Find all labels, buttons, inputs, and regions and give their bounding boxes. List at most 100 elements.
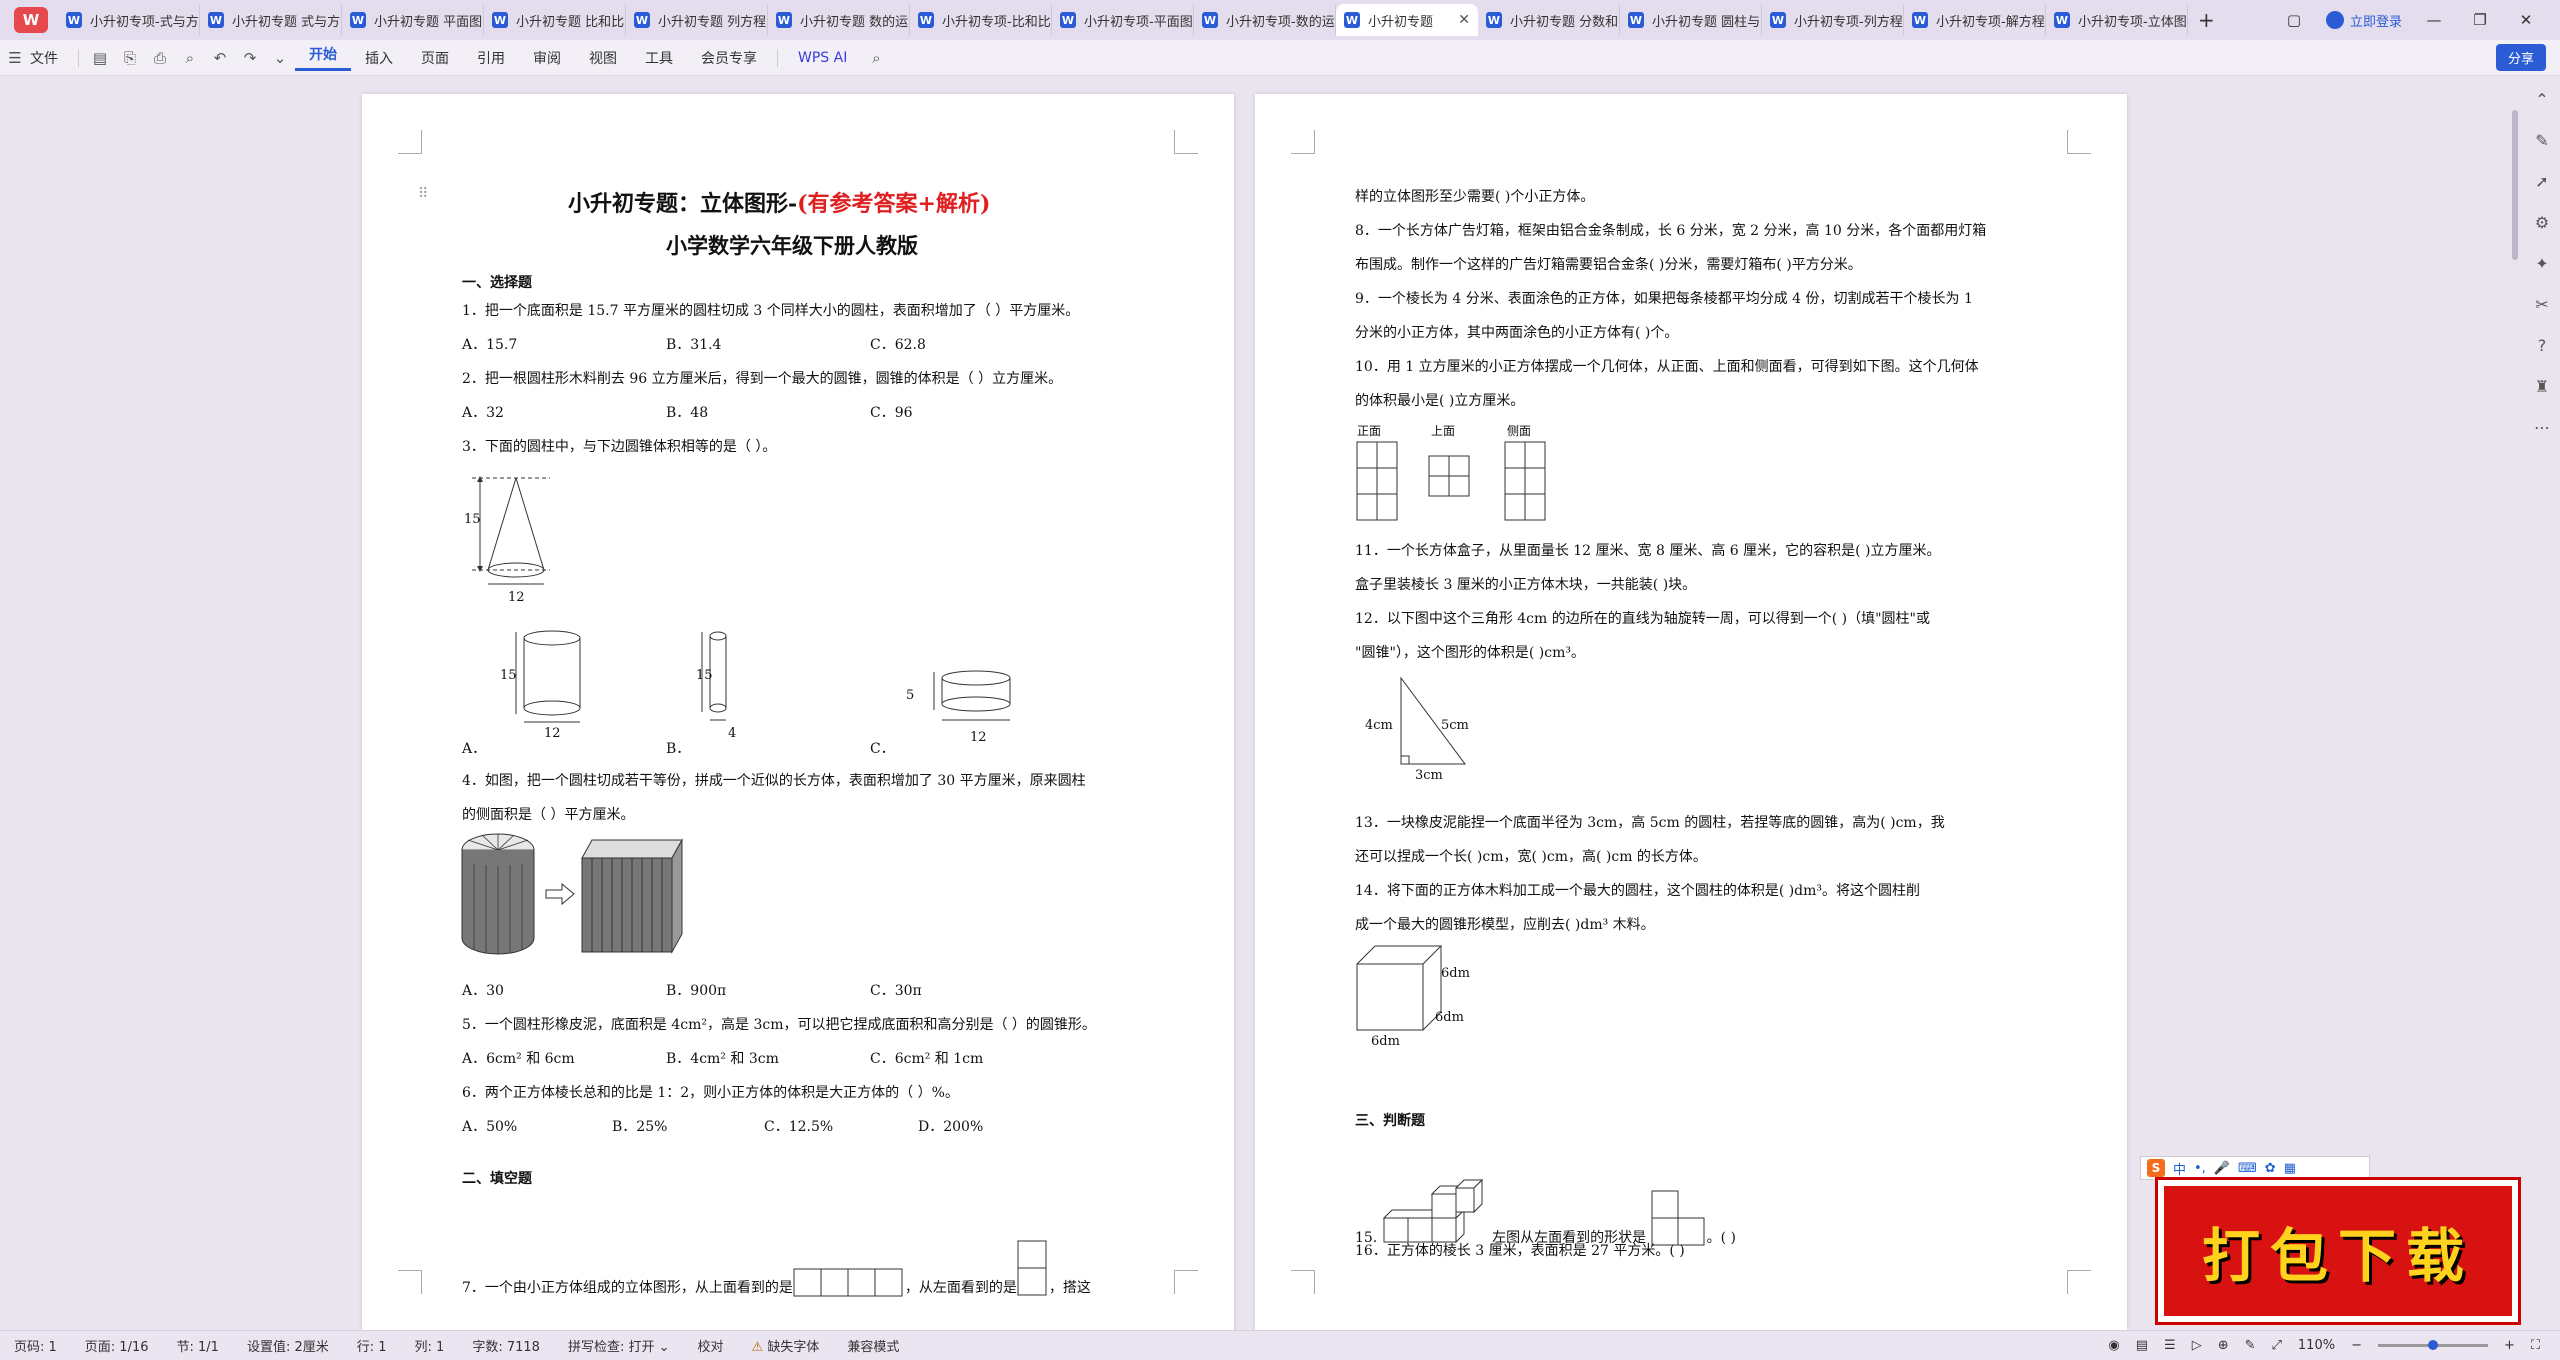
document-tab[interactable]: W 小升初专项-解方程: [1904, 4, 2046, 36]
word-doc-icon: W: [66, 12, 82, 28]
drag-handle-icon[interactable]: ⠿: [418, 186, 428, 202]
ribbon-tab[interactable]: 插入: [351, 48, 407, 68]
skin-icon[interactable]: ✿: [2265, 1161, 2276, 1176]
share-button[interactable]: 分享: [2495, 44, 2546, 71]
outline-view-icon[interactable]: ☰: [2164, 1338, 2176, 1353]
ai-icon[interactable]: ✦: [2535, 254, 2548, 273]
word-doc-icon: W: [1344, 12, 1360, 28]
shirt-icon[interactable]: ♜: [2535, 377, 2549, 396]
print-icon[interactable]: ⎙: [145, 49, 175, 67]
preview-icon[interactable]: ⌕: [175, 49, 205, 67]
search-icon[interactable]: ⌕: [861, 49, 891, 67]
download-banner[interactable]: 打包下载: [2155, 1177, 2521, 1325]
settings-icon[interactable]: ⚙: [2535, 213, 2549, 232]
triangle-figure: [1400, 676, 1466, 765]
status-proof[interactable]: 校对: [684, 1336, 738, 1355]
new-tab-plus-icon[interactable]: +: [2188, 8, 2225, 32]
ime-lang[interactable]: 中: [2173, 1159, 2186, 1178]
cube-dim-height: 6dm: [1441, 966, 1470, 981]
menu-icon[interactable]: ☰: [0, 49, 30, 67]
help-icon[interactable]: ?: [2538, 336, 2547, 355]
fit-icon[interactable]: ⤢: [2272, 1338, 2282, 1353]
more-icon[interactable]: ⋯: [2534, 418, 2550, 437]
status-spell-check[interactable]: 拼写检查: 打开 ⌄: [554, 1336, 684, 1355]
tab-label: 小升初专题 分数和: [1510, 14, 1619, 30]
ribbon-tab[interactable]: 开始: [295, 44, 351, 71]
toolbox-icon[interactable]: ▦: [2284, 1161, 2296, 1176]
ribbon-tab[interactable]: 视图: [575, 48, 631, 68]
fullscreen-icon[interactable]: ⛶: [2531, 1338, 2540, 1353]
section-heading: 三、判断题: [1355, 1113, 1425, 1129]
ribbon: ☰ 文件 ▤ ⎘ ⎙ ⌕ ↶ ↷ ⌄ 开始 插入 页面 引用 审阅 视图 工具 会员专享 WP…: [0, 40, 2560, 76]
play-icon[interactable]: ▷: [2192, 1338, 2202, 1353]
wps-ai-button[interactable]: WPS AI: [784, 50, 861, 66]
cylinder-c-height: 5: [906, 688, 915, 703]
document-tab[interactable]: W 小升初专项-列方程: [1762, 4, 1904, 36]
edit-pen-icon[interactable]: ✎: [2535, 131, 2548, 150]
vertical-scrollbar[interactable]: [2512, 110, 2518, 260]
ribbon-tab[interactable]: 审阅: [519, 48, 575, 68]
triangle-base-3cm: 3cm: [1415, 768, 1443, 783]
close-window-icon[interactable]: ✕: [2512, 11, 2540, 29]
save-icon[interactable]: ▤: [85, 49, 115, 67]
redo-icon[interactable]: ↷: [235, 49, 265, 67]
document-tab[interactable]: W 小升初专题 分数和: [1478, 4, 1620, 36]
tools-icon[interactable]: ✂: [2535, 295, 2548, 314]
ime-toolbar[interactable]: S 中 •, 🎤 ⌨ ✿ ▦: [2140, 1156, 2370, 1180]
ribbon-tab[interactable]: 会员专享: [687, 48, 771, 68]
ribbon-tab[interactable]: 工具: [631, 48, 687, 68]
layout-icon[interactable]: ▢: [2280, 11, 2308, 29]
cube-dim-depth: 6dm: [1435, 1010, 1464, 1025]
document-tab[interactable]: W 小升初专题 数的运: [768, 4, 910, 36]
q7-left-view-figure: [1017, 1240, 1047, 1296]
document-tab[interactable]: W 小升初专项-平面图: [1052, 4, 1194, 36]
document-tab[interactable]: W 小升初专题 列方程: [626, 4, 768, 36]
tab-bar: W W 小升初专项-式与方 W 小升初专题 式与方 W 小升初专题 平面图 W 小升初专题 比…: [0, 0, 2560, 40]
select-cursor-icon[interactable]: ➚: [2535, 172, 2548, 191]
status-page-count[interactable]: 页面: 1/16: [71, 1336, 163, 1355]
zoom-slider[interactable]: [2377, 1340, 2488, 1350]
document-tab[interactable]: W 小升初专题 式与方: [200, 4, 342, 36]
keyboard-icon[interactable]: ⌨: [2238, 1161, 2257, 1176]
page-view-icon[interactable]: ▤: [2136, 1338, 2148, 1353]
zoom-level[interactable]: 110%: [2298, 1338, 2335, 1353]
download-banner-label: 打包下载: [2201, 1222, 2474, 1290]
question-7-start: 7．一个由小正方体组成的立体图形，从上面看到的是 ，从左面看到的是 ，搭这: [462, 1240, 1091, 1298]
status-word-count[interactable]: 字数: 7118: [458, 1336, 554, 1355]
web-view-icon[interactable]: ⊕: [2218, 1338, 2229, 1353]
more-chevron-icon[interactable]: ⌄: [265, 49, 295, 67]
document-tab[interactable]: W 小升初专题 平面图: [342, 4, 484, 36]
document-tab[interactable]: W 小升初专项-比和比: [910, 4, 1052, 36]
document-tab[interactable]: W 小升初专项-式与方: [58, 4, 200, 36]
restore-icon[interactable]: ❐: [2466, 11, 2494, 29]
collapse-icon[interactable]: ⌃: [2535, 90, 2548, 109]
document-tab[interactable]: W 小升初专题 ✕: [1336, 4, 1478, 36]
file-menu[interactable]: 文件: [30, 48, 72, 68]
zoom-in-icon[interactable]: +: [2504, 1338, 2515, 1353]
status-page-num[interactable]: 页码: 1: [0, 1336, 71, 1355]
document-tab[interactable]: W 小升初专项-数的运: [1194, 4, 1336, 36]
option: A．30: [462, 983, 504, 999]
cube-figure: [1356, 945, 1443, 1031]
export-icon[interactable]: ⎘: [115, 49, 145, 67]
ribbon-tab[interactable]: 页面: [407, 48, 463, 68]
wps-logo-icon[interactable]: W: [14, 7, 48, 33]
zoom-out-icon[interactable]: −: [2351, 1338, 2362, 1353]
close-tab-icon[interactable]: ✕: [1458, 12, 1470, 28]
option: B．25%: [612, 1119, 668, 1135]
minimize-icon[interactable]: —: [2420, 11, 2448, 29]
word-doc-icon: W: [1770, 12, 1786, 28]
document-tab[interactable]: W 小升初专题 比和比: [484, 4, 626, 36]
pen-view-icon[interactable]: ✎: [2245, 1338, 2256, 1353]
document-tab[interactable]: W 小升初专项-立体图: [2046, 4, 2188, 36]
mic-icon[interactable]: 🎤: [2214, 1161, 2230, 1176]
login-button[interactable]: 立即登录: [2325, 11, 2402, 30]
status-missing-font[interactable]: ⚠ 缺失字体: [738, 1336, 834, 1355]
eye-icon[interactable]: ◉: [2108, 1338, 2119, 1353]
document-tab[interactable]: W 小升初专题 圆柱与: [1620, 4, 1762, 36]
question-9-line2: 分米的小正方体，其中两面涂色的小正方体有( )个。: [1355, 325, 1679, 341]
ribbon-tab[interactable]: 引用: [463, 48, 519, 68]
option: B．48: [666, 405, 709, 421]
punct-icon[interactable]: •,: [2194, 1161, 2206, 1176]
undo-icon[interactable]: ↶: [205, 49, 235, 67]
